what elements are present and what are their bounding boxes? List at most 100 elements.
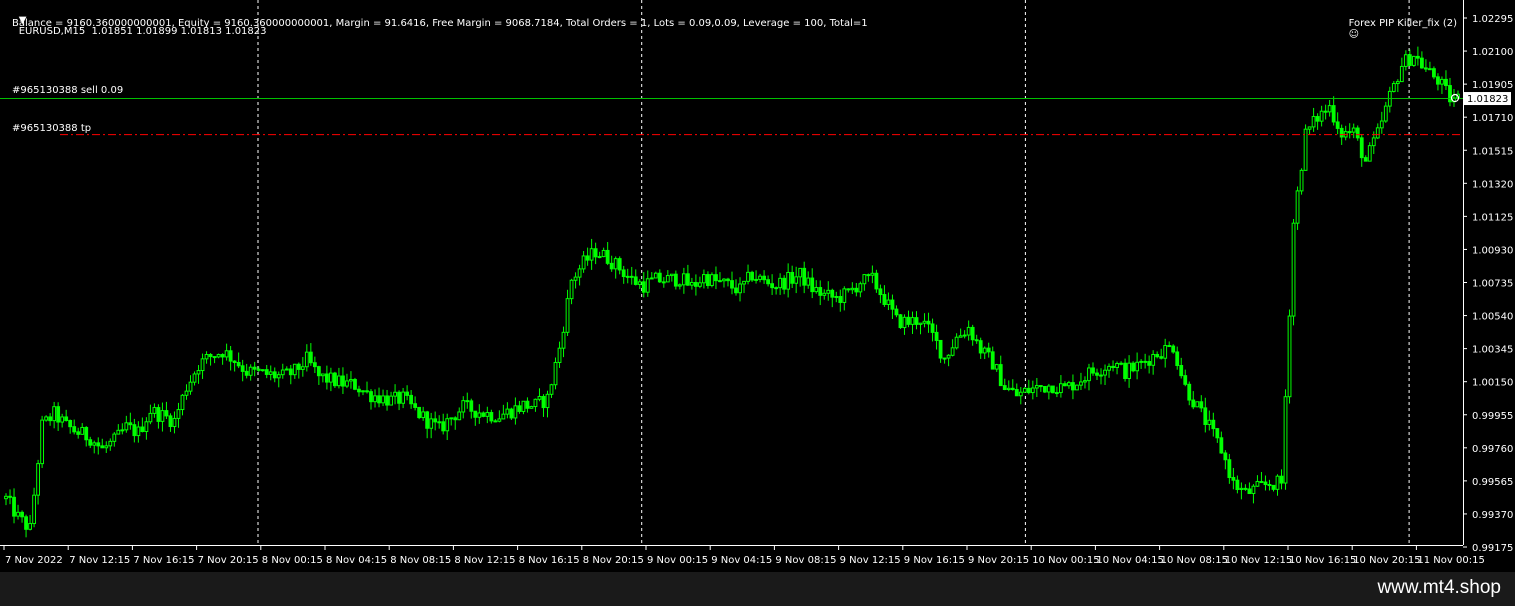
- tp-order-label[interactable]: #965130388 tp: [12, 123, 91, 134]
- candle: [1183, 369, 1188, 387]
- candle: [280, 363, 285, 379]
- candle: [16, 504, 20, 520]
- candle: [1227, 453, 1232, 484]
- candle: [902, 314, 907, 335]
- candle: [1095, 368, 1099, 381]
- candle: [1091, 362, 1095, 376]
- candle: [930, 318, 935, 342]
- candle: [156, 404, 161, 429]
- candle: [12, 488, 16, 524]
- candle: [172, 411, 177, 434]
- candle: [56, 402, 61, 431]
- candle: [1163, 338, 1168, 368]
- chart-area[interactable]: 1.02295 1.02100 1.01905 1.01710 1.01515 1.013…: [0, 0, 1515, 572]
- candle: [702, 269, 706, 289]
- candle: [1014, 383, 1019, 397]
- candle: [978, 337, 983, 359]
- candle: [982, 346, 987, 360]
- candle: [878, 284, 883, 304]
- time-tick-label: 10 Nov 04:15: [1096, 555, 1163, 566]
- candle: [1391, 81, 1396, 93]
- candle: [268, 365, 273, 381]
- current-price-label: 1.01823: [1467, 94, 1508, 105]
- candle: [1054, 386, 1059, 398]
- candle: [48, 413, 53, 426]
- candle: [4, 493, 8, 506]
- candle: [762, 270, 766, 284]
- candle: [894, 305, 899, 318]
- candle: [798, 267, 803, 287]
- candle: [862, 274, 867, 291]
- candle: [573, 272, 578, 289]
- candle: [184, 384, 189, 400]
- price-tick-label: 1.01125: [1472, 212, 1513, 223]
- candle: [758, 273, 762, 283]
- candle: [838, 289, 843, 312]
- candle: [1022, 387, 1027, 393]
- candle: [1155, 351, 1160, 359]
- candle: [1419, 51, 1424, 69]
- candle: [1127, 355, 1131, 388]
- candle: [1175, 346, 1180, 370]
- time-tick-label: 10 Nov 00:15: [1032, 555, 1099, 566]
- candle: [950, 339, 955, 357]
- candle: [260, 369, 265, 372]
- candle: [60, 413, 65, 428]
- candle: [746, 264, 750, 285]
- candle: [276, 371, 281, 388]
- candle: [485, 406, 490, 424]
- time-tick-label: 8 Nov 16:15: [519, 555, 580, 566]
- candle: [1440, 76, 1444, 94]
- candle: [168, 413, 173, 432]
- candle: [1131, 361, 1136, 373]
- candle: [120, 423, 125, 435]
- candle: [802, 261, 807, 294]
- candle: [1363, 155, 1368, 162]
- candle: [926, 312, 931, 333]
- candle: [413, 396, 418, 411]
- candle: [561, 326, 566, 358]
- candle: [846, 288, 851, 293]
- candle: [24, 514, 28, 538]
- candle: [605, 242, 610, 266]
- candle: [32, 487, 36, 528]
- candle: [88, 436, 93, 449]
- price-chart[interactable]: 1.02295 1.02100 1.01905 1.01710 1.01515 1.013…: [0, 0, 1515, 572]
- candle: [236, 352, 241, 369]
- candle: [1327, 99, 1332, 117]
- candle: [882, 285, 887, 307]
- candle: [661, 277, 666, 288]
- candle: [1135, 352, 1140, 380]
- candle: [1379, 111, 1384, 134]
- candle: [1219, 431, 1224, 454]
- candle: [1026, 379, 1031, 395]
- candle: [128, 412, 133, 430]
- indicator-label[interactable]: Forex PIP Killer_fix (2) ☺: [1336, 7, 1457, 51]
- candle: [188, 375, 193, 395]
- candle: [854, 282, 859, 297]
- candle: [385, 389, 389, 411]
- candle: [176, 402, 181, 428]
- candle: [200, 353, 205, 379]
- time-tick-label: 9 Nov 04:15: [711, 555, 772, 566]
- candle: [1087, 363, 1091, 391]
- candle: [1147, 355, 1152, 374]
- candle: [180, 393, 185, 416]
- candle: [1335, 112, 1340, 135]
- candle: [1223, 450, 1228, 470]
- candle: [549, 383, 554, 398]
- time-tick-label: 7 Nov 20:15: [198, 555, 259, 566]
- time-tick-label: 8 Nov 12:15: [454, 555, 515, 566]
- candle: [1199, 395, 1204, 413]
- sell-order-label[interactable]: #965130388 sell 0.09: [12, 85, 123, 96]
- candle: [1143, 353, 1148, 369]
- candle: [625, 268, 630, 284]
- candle: [934, 324, 939, 350]
- candle: [1452, 89, 1456, 107]
- candle: [1111, 360, 1115, 372]
- candle: [1211, 412, 1216, 437]
- candle: [613, 256, 618, 279]
- candle: [1436, 73, 1440, 91]
- candle: [28, 514, 32, 531]
- candle: [345, 373, 349, 389]
